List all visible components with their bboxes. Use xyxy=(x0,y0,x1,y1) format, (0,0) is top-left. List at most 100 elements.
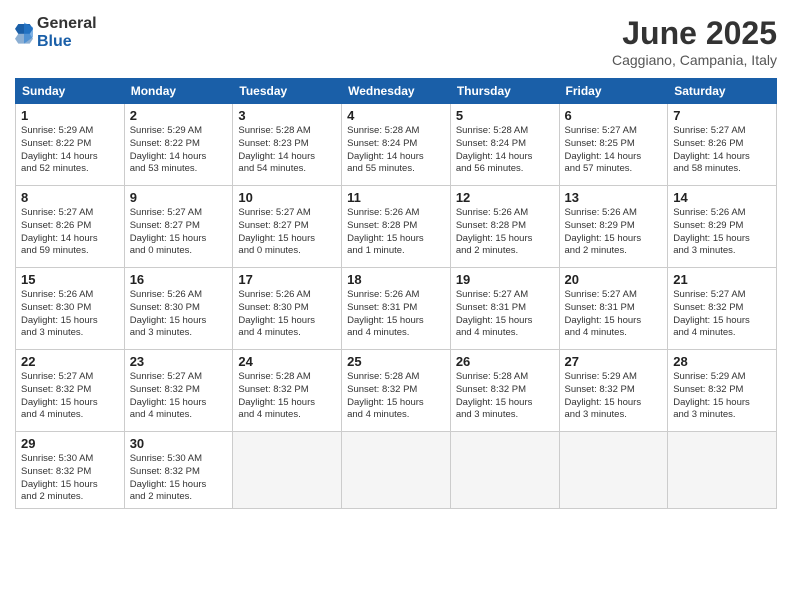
table-row xyxy=(342,432,451,509)
logo: General Blue xyxy=(15,15,97,50)
day-info: Sunrise: 5:29 AM Sunset: 8:32 PM Dayligh… xyxy=(673,371,771,422)
day-number: 18 xyxy=(347,272,445,287)
day-number: 3 xyxy=(238,108,336,123)
day-number: 8 xyxy=(21,190,119,205)
day-number: 27 xyxy=(565,354,663,369)
page-header: General Blue June 2025 Caggiano, Campani… xyxy=(15,15,777,68)
day-info: Sunrise: 5:26 AM Sunset: 8:28 PM Dayligh… xyxy=(456,207,554,258)
calendar-body: 1 Sunrise: 5:29 AM Sunset: 8:22 PM Daylig… xyxy=(16,104,777,509)
day-number: 10 xyxy=(238,190,336,205)
day-number: 29 xyxy=(21,436,119,451)
calendar-page: General Blue June 2025 Caggiano, Campani… xyxy=(0,0,792,612)
table-row: 2 Sunrise: 5:29 AM Sunset: 8:22 PM Daylig… xyxy=(124,104,233,186)
day-number: 20 xyxy=(565,272,663,287)
day-info: Sunrise: 5:28 AM Sunset: 8:24 PM Dayligh… xyxy=(456,125,554,176)
table-row: 24 Sunrise: 5:28 AM Sunset: 8:32 PM Dayli… xyxy=(233,350,342,432)
table-row: 8 Sunrise: 5:27 AM Sunset: 8:26 PM Daylig… xyxy=(16,186,125,268)
day-number: 4 xyxy=(347,108,445,123)
day-info: Sunrise: 5:27 AM Sunset: 8:27 PM Dayligh… xyxy=(130,207,228,258)
day-number: 2 xyxy=(130,108,228,123)
day-number: 26 xyxy=(456,354,554,369)
day-info: Sunrise: 5:28 AM Sunset: 8:32 PM Dayligh… xyxy=(238,371,336,422)
table-row: 10 Sunrise: 5:27 AM Sunset: 8:27 PM Dayli… xyxy=(233,186,342,268)
day-number: 5 xyxy=(456,108,554,123)
header-thursday: Thursday xyxy=(450,79,559,104)
table-row: 6 Sunrise: 5:27 AM Sunset: 8:25 PM Daylig… xyxy=(559,104,668,186)
header-tuesday: Tuesday xyxy=(233,79,342,104)
day-info: Sunrise: 5:29 AM Sunset: 8:22 PM Dayligh… xyxy=(21,125,119,176)
table-row xyxy=(450,432,559,509)
calendar-table: Sunday Monday Tuesday Wednesday Thursday… xyxy=(15,78,777,509)
table-row: 7Sunrise: 5:27 AM Sunset: 8:26 PM Daylig… xyxy=(668,104,777,186)
day-info: Sunrise: 5:28 AM Sunset: 8:24 PM Dayligh… xyxy=(347,125,445,176)
day-number: 23 xyxy=(130,354,228,369)
day-info: Sunrise: 5:30 AM Sunset: 8:32 PM Dayligh… xyxy=(130,453,228,504)
day-number: 25 xyxy=(347,354,445,369)
header-sunday: Sunday xyxy=(16,79,125,104)
table-row: 27 Sunrise: 5:29 AM Sunset: 8:32 PM Dayli… xyxy=(559,350,668,432)
table-row: 29 Sunrise: 5:30 AM Sunset: 8:32 PM Dayli… xyxy=(16,432,125,509)
day-info: Sunrise: 5:27 AM Sunset: 8:32 PM Dayligh… xyxy=(130,371,228,422)
table-row: 11 Sunrise: 5:26 AM Sunset: 8:28 PM Dayli… xyxy=(342,186,451,268)
day-number: 30 xyxy=(130,436,228,451)
day-number: 9 xyxy=(130,190,228,205)
day-info: Sunrise: 5:27 AM Sunset: 8:25 PM Dayligh… xyxy=(565,125,663,176)
table-row: 12 Sunrise: 5:26 AM Sunset: 8:28 PM Dayli… xyxy=(450,186,559,268)
table-row: 26 Sunrise: 5:28 AM Sunset: 8:32 PM Dayli… xyxy=(450,350,559,432)
day-info: Sunrise: 5:26 AM Sunset: 8:30 PM Dayligh… xyxy=(238,289,336,340)
day-info: Sunrise: 5:27 AM Sunset: 8:27 PM Dayligh… xyxy=(238,207,336,258)
day-info: Sunrise: 5:26 AM Sunset: 8:29 PM Dayligh… xyxy=(565,207,663,258)
table-row: 17 Sunrise: 5:26 AM Sunset: 8:30 PM Dayli… xyxy=(233,268,342,350)
header-monday: Monday xyxy=(124,79,233,104)
table-row xyxy=(559,432,668,509)
day-number: 6 xyxy=(565,108,663,123)
table-row: 4 Sunrise: 5:28 AM Sunset: 8:24 PM Daylig… xyxy=(342,104,451,186)
day-info: Sunrise: 5:30 AM Sunset: 8:32 PM Dayligh… xyxy=(21,453,119,504)
day-number: 28 xyxy=(673,354,771,369)
day-info: Sunrise: 5:26 AM Sunset: 8:29 PM Dayligh… xyxy=(673,207,771,258)
day-number: 13 xyxy=(565,190,663,205)
day-info: Sunrise: 5:26 AM Sunset: 8:30 PM Dayligh… xyxy=(21,289,119,340)
logo-blue: Blue xyxy=(37,33,97,51)
table-row xyxy=(233,432,342,509)
table-row: 14 Sunrise: 5:26 AM Sunset: 8:29 PM Dayli… xyxy=(668,186,777,268)
day-number: 14 xyxy=(673,190,771,205)
day-info: Sunrise: 5:28 AM Sunset: 8:23 PM Dayligh… xyxy=(238,125,336,176)
table-row: 13 Sunrise: 5:26 AM Sunset: 8:29 PM Dayli… xyxy=(559,186,668,268)
calendar-header: Sunday Monday Tuesday Wednesday Thursday… xyxy=(16,79,777,104)
table-row: 25Sunrise: 5:28 AM Sunset: 8:32 PM Dayli… xyxy=(342,350,451,432)
table-row: 3 Sunrise: 5:28 AM Sunset: 8:23 PM Daylig… xyxy=(233,104,342,186)
table-row: 1 Sunrise: 5:29 AM Sunset: 8:22 PM Daylig… xyxy=(16,104,125,186)
table-row xyxy=(668,432,777,509)
logo-icon xyxy=(15,22,33,44)
table-row: 9 Sunrise: 5:27 AM Sunset: 8:27 PM Daylig… xyxy=(124,186,233,268)
day-info: Sunrise: 5:26 AM Sunset: 8:30 PM Dayligh… xyxy=(130,289,228,340)
day-info: Sunrise: 5:29 AM Sunset: 8:22 PM Dayligh… xyxy=(130,125,228,176)
day-number: 17 xyxy=(238,272,336,287)
day-number: 12 xyxy=(456,190,554,205)
day-number: 1 xyxy=(21,108,119,123)
table-row: 18Sunrise: 5:26 AM Sunset: 8:31 PM Dayli… xyxy=(342,268,451,350)
logo-general: General xyxy=(37,15,97,33)
header-saturday: Saturday xyxy=(668,79,777,104)
day-number: 15 xyxy=(21,272,119,287)
title-section: June 2025 Caggiano, Campania, Italy xyxy=(612,15,777,68)
day-number: 24 xyxy=(238,354,336,369)
day-info: Sunrise: 5:26 AM Sunset: 8:28 PM Dayligh… xyxy=(347,207,445,258)
day-number: 7 xyxy=(673,108,771,123)
day-info: Sunrise: 5:27 AM Sunset: 8:31 PM Dayligh… xyxy=(456,289,554,340)
table-row: 28 Sunrise: 5:29 AM Sunset: 8:32 PM Dayli… xyxy=(668,350,777,432)
day-number: 19 xyxy=(456,272,554,287)
table-row: 21Sunrise: 5:27 AM Sunset: 8:32 PM Dayli… xyxy=(668,268,777,350)
header-wednesday: Wednesday xyxy=(342,79,451,104)
day-info: Sunrise: 5:29 AM Sunset: 8:32 PM Dayligh… xyxy=(565,371,663,422)
header-friday: Friday xyxy=(559,79,668,104)
month-title: June 2025 xyxy=(612,15,777,52)
day-info: Sunrise: 5:28 AM Sunset: 8:32 PM Dayligh… xyxy=(456,371,554,422)
day-number: 11 xyxy=(347,190,445,205)
logo-text: General Blue xyxy=(37,15,97,50)
day-number: 22 xyxy=(21,354,119,369)
day-info: Sunrise: 5:27 AM Sunset: 8:32 PM Dayligh… xyxy=(21,371,119,422)
day-info: Sunrise: 5:27 AM Sunset: 8:32 PM Dayligh… xyxy=(673,289,771,340)
day-info: Sunrise: 5:27 AM Sunset: 8:26 PM Dayligh… xyxy=(21,207,119,258)
